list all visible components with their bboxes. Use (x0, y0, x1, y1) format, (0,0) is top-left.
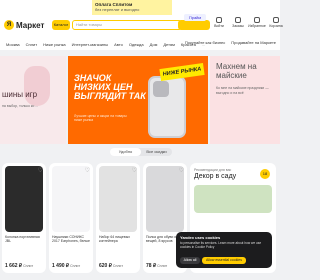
cookie-body: to personalise its services. Learn more … (180, 241, 262, 249)
heart-icon (254, 17, 260, 23)
business-link[interactable]: Покупайте как бизнес (185, 40, 225, 45)
top-header: Оплата Сплитом без переплат и выгодно Я … (0, 0, 283, 50)
recommendation-badge: 18 (260, 169, 270, 179)
favorite-icon[interactable]: ♡ (85, 167, 90, 174)
favorites-label: Избранное (248, 24, 266, 28)
product-price: 1 662 ₽Сплит (5, 263, 33, 269)
banner-left[interactable]: шины игр на выбор, только ко ... (0, 56, 66, 144)
product-price: 620 ₽Сплит (99, 263, 123, 269)
banner-left-title: шины игр (2, 90, 38, 99)
favorite-icon[interactable]: ♡ (38, 167, 43, 174)
box-icon (235, 17, 241, 23)
favorite-icon[interactable]: ♡ (179, 167, 184, 174)
cookie-essential-button[interactable]: Allow essential cookies (202, 257, 246, 264)
nav-item-auto[interactable]: Авто (114, 42, 123, 47)
toggle-convenient[interactable]: Удобно (110, 148, 141, 156)
split-promo[interactable]: Оплата Сплитом без переплат и выгодно (92, 0, 172, 15)
product-card[interactable]: ♡ Набор 64 пищевых контейнера 620 ₽Сплит (96, 163, 140, 273)
user-icon (216, 17, 222, 23)
nav-business-links: Покупайте как бизнес Продавайте на Марке… (185, 40, 276, 45)
banner-left-sub: на выбор, только ко ... (2, 104, 39, 108)
nav-item-split[interactable]: Сплит (26, 42, 37, 47)
favorite-icon[interactable]: ♡ (132, 167, 137, 174)
nav-item-home[interactable]: Дом (150, 42, 158, 47)
product-card[interactable]: ♡ Колонка портативная JBL 1 662 ₽Сплит (2, 163, 46, 273)
feed-toggle: Удобно Все скидки (110, 148, 172, 156)
logo-text: Маркет (16, 20, 45, 30)
product-image (52, 166, 90, 232)
search-input[interactable]: Найти товары (72, 20, 182, 30)
banner-right-title: Махнем на майские (216, 62, 257, 80)
orders-button[interactable]: Заказы (231, 17, 245, 28)
nav-item-kids[interactable]: Детям (163, 42, 175, 47)
recommendation-title: Декор в саду (194, 173, 237, 180)
cookie-allow-all-button[interactable]: Allow all (180, 257, 200, 264)
catalog-button[interactable]: Каталог (52, 20, 70, 30)
nav-item-online-stores[interactable]: Интернет-магазины (72, 42, 108, 47)
nav-item-clothes[interactable]: Одежда (129, 42, 144, 47)
product-card[interactable]: ♡ Наушники СОНИКС 2017 Earphones, белые … (49, 163, 93, 273)
banner-main[interactable]: ЗНАЧОК НИЗКИХ ЦЕН ВЫГЛЯДИТ ТАК Лучшие це… (68, 56, 208, 144)
phone-image (148, 76, 186, 138)
product-price: 78 ₽Сплит (146, 263, 167, 269)
toggle-discounts[interactable]: Все скидки (141, 148, 172, 156)
user-menu: Войти Заказы Избранное Корзина (212, 17, 283, 28)
cookie-banner: Yandex uses cookies to personalise its s… (176, 232, 272, 268)
banner-main-fine: Лучшие цены и акции на товары ниже рынка (74, 114, 127, 122)
cart-label: Корзина (269, 24, 283, 28)
product-image (146, 166, 184, 232)
product-image (5, 166, 43, 232)
cart-button[interactable]: Корзина (269, 17, 283, 28)
login-label: Войти (214, 24, 224, 28)
nav-item-below-market[interactable]: Ниже рынка (43, 42, 66, 47)
ya-logo-icon: Я (4, 20, 14, 30)
gaming-mouse-image (24, 66, 50, 106)
product-name: Набор 64 пищевых контейнера (99, 235, 130, 243)
banner-right-sub: Ко мне на майские праздники — выгодно и … (216, 86, 269, 95)
split-label: Сплит (70, 264, 81, 268)
favorites-button[interactable]: Избранное (248, 17, 266, 28)
split-promo-sub: без переплат и выгодно (95, 7, 140, 12)
location-selector[interactable]: Москва (6, 42, 20, 47)
recommendation-label: Рекомендации для вас (194, 168, 232, 172)
price-value: 78 ₽ (146, 263, 157, 269)
login-button[interactable]: Войти (212, 17, 226, 28)
price-value: 620 ₽ (99, 263, 112, 269)
search-button[interactable] (178, 20, 210, 30)
product-price: 1 490 ₽Сплит (52, 263, 80, 269)
banner-right[interactable]: Махнем на майские Ко мне на майские праз… (210, 56, 280, 144)
promo-carousel[interactable]: шины игр на выбор, только ко ... ЗНАЧОК … (0, 56, 280, 144)
product-name: Наушники СОНИКС 2017 Earphones, белые (52, 235, 90, 243)
cookie-title: Yandex uses cookies (180, 235, 221, 240)
camera-icon (153, 81, 169, 97)
prime-badge[interactable]: Прайм (184, 14, 206, 21)
sell-link[interactable]: Продавайте на Маркете (231, 40, 276, 45)
price-value: 1 662 ₽ (5, 263, 23, 269)
split-label: Сплит (23, 264, 34, 268)
banner-main-headline: ЗНАЧОК НИЗКИХ ЦЕН ВЫГЛЯДИТ ТАК (74, 73, 146, 101)
product-image (99, 166, 137, 232)
product-name: Колонка портативная JBL (5, 235, 40, 243)
garden-image (194, 185, 272, 213)
split-label: Сплит (112, 264, 123, 268)
orders-label: Заказы (232, 24, 244, 28)
cart-icon (273, 17, 279, 23)
market-logo[interactable]: Я Маркет (4, 20, 44, 30)
split-label: Сплит (157, 264, 168, 268)
price-value: 1 490 ₽ (52, 263, 70, 269)
